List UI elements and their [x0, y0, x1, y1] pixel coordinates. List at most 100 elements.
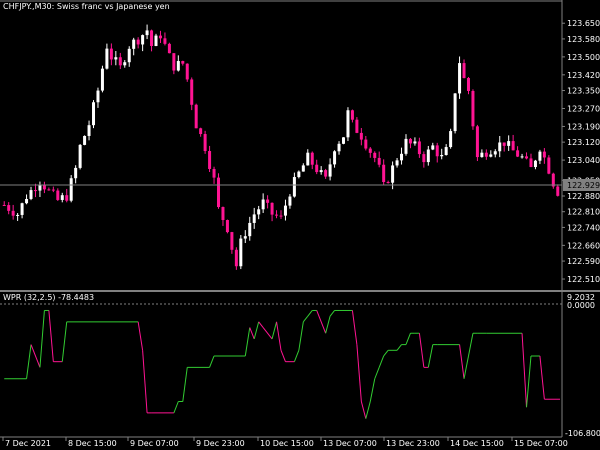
candle-body — [172, 53, 176, 71]
time-tick-label: 7 Dec 2021 — [5, 439, 51, 448]
price-tick-label: 123.120 — [567, 138, 600, 147]
candle-body — [123, 62, 127, 66]
candle-body — [212, 168, 216, 178]
candle-body — [136, 39, 140, 45]
time-tick-label: 14 Dec 15:00 — [450, 439, 504, 448]
candle-body — [417, 141, 421, 155]
candle-body — [208, 151, 212, 169]
candle-body — [310, 152, 314, 165]
price-tick-label: 122.810 — [567, 208, 600, 217]
candle-body — [373, 152, 377, 158]
time-tick-label: 15 Dec 07:00 — [514, 439, 568, 448]
candle-body — [377, 157, 381, 165]
candle-body — [248, 222, 252, 237]
candle-body — [319, 170, 323, 173]
candle-body — [217, 177, 221, 208]
candle-body — [449, 131, 453, 148]
candle-body — [283, 205, 287, 216]
candle-body — [145, 30, 149, 36]
candle-body — [462, 63, 466, 79]
candle-body — [480, 152, 484, 158]
price-tick-label: 122.740 — [567, 223, 600, 232]
price-tick-label: 122.880 — [567, 192, 600, 201]
candle-body — [413, 141, 417, 144]
candle-body — [127, 48, 131, 63]
candle-body — [529, 158, 533, 168]
candle-body — [489, 154, 493, 157]
candle-body — [382, 164, 386, 183]
wpr-header: WPR (32,2.5) -78.4483 — [3, 293, 94, 302]
candle-body — [2, 204, 6, 206]
price-tick-label: 123.650 — [567, 19, 600, 28]
candle-body — [444, 147, 448, 156]
chart-canvas: 123.650 123.580 123.500 123.420 123.350 123.2… — [0, 0, 600, 450]
candle-body — [74, 167, 78, 179]
time-tick-label: 13 Dec 07:00 — [323, 439, 377, 448]
candle-body — [525, 156, 529, 159]
candle-body — [306, 152, 310, 166]
time-tick-label: 8 Dec 15:00 — [68, 439, 117, 448]
price-tick-label: 123.580 — [567, 35, 600, 44]
candle-body — [292, 177, 296, 197]
candle-body — [324, 170, 328, 177]
candle-body — [33, 190, 37, 192]
candle-body — [484, 152, 488, 157]
candle-body — [279, 215, 283, 217]
candle-body — [100, 68, 104, 91]
price-tick-label: 123.350 — [567, 87, 600, 96]
candle-body — [275, 214, 279, 216]
candle-body — [498, 142, 502, 152]
time-tick-label: 13 Dec 23:00 — [386, 439, 440, 448]
candle-body — [386, 182, 390, 184]
candle-body — [466, 78, 470, 91]
candle-body — [431, 145, 435, 150]
candle-body — [404, 138, 408, 154]
candle-body — [185, 63, 189, 80]
time-tick-label: 9 Dec 23:00 — [196, 439, 245, 448]
time-axis-ticks: 7 Dec 2021 8 Dec 15:00 9 Dec 07:00 9 Dec 23… — [2, 437, 568, 448]
candle-body — [83, 135, 87, 145]
candle-body — [547, 157, 551, 174]
price-tick-label: 122.660 — [567, 241, 600, 250]
candle-body — [422, 154, 426, 163]
candle-body — [114, 57, 118, 60]
candle-body — [440, 155, 444, 157]
candle-body — [408, 138, 412, 144]
candle-body — [51, 189, 55, 191]
candle-body — [132, 39, 136, 49]
candle-body — [556, 186, 560, 196]
price-tick-label: 123.270 — [567, 104, 600, 113]
candle-body — [239, 238, 243, 267]
price-tick-label: 123.500 — [567, 53, 600, 62]
candle-body — [181, 61, 185, 64]
candle-body — [65, 195, 69, 201]
candle-body — [301, 165, 305, 172]
candle-body — [243, 236, 247, 239]
candle-body — [511, 141, 515, 151]
candle-body — [507, 141, 511, 146]
candle-body — [359, 132, 363, 140]
wpr-min-label: -106.8001 — [565, 429, 600, 438]
candle-body — [47, 189, 51, 191]
candle-body — [502, 142, 506, 146]
candle-body — [346, 110, 350, 138]
candle-body — [328, 164, 332, 177]
candle-body — [426, 149, 430, 163]
candle-body — [355, 119, 359, 133]
candle-body — [150, 30, 154, 47]
candle-body — [190, 79, 194, 105]
candle-body — [475, 126, 479, 158]
candle-body — [20, 203, 24, 215]
candle-body — [105, 48, 109, 69]
candle-body — [56, 190, 60, 200]
candle-body — [333, 151, 337, 165]
candle-body — [60, 195, 64, 200]
candle-body — [261, 199, 265, 210]
candle-body — [435, 145, 439, 157]
candle-body — [234, 249, 238, 267]
candle-body — [315, 164, 319, 173]
candle-body — [203, 134, 207, 152]
candle-body — [257, 209, 261, 215]
candle-body — [391, 165, 395, 183]
candle-body — [69, 178, 73, 201]
